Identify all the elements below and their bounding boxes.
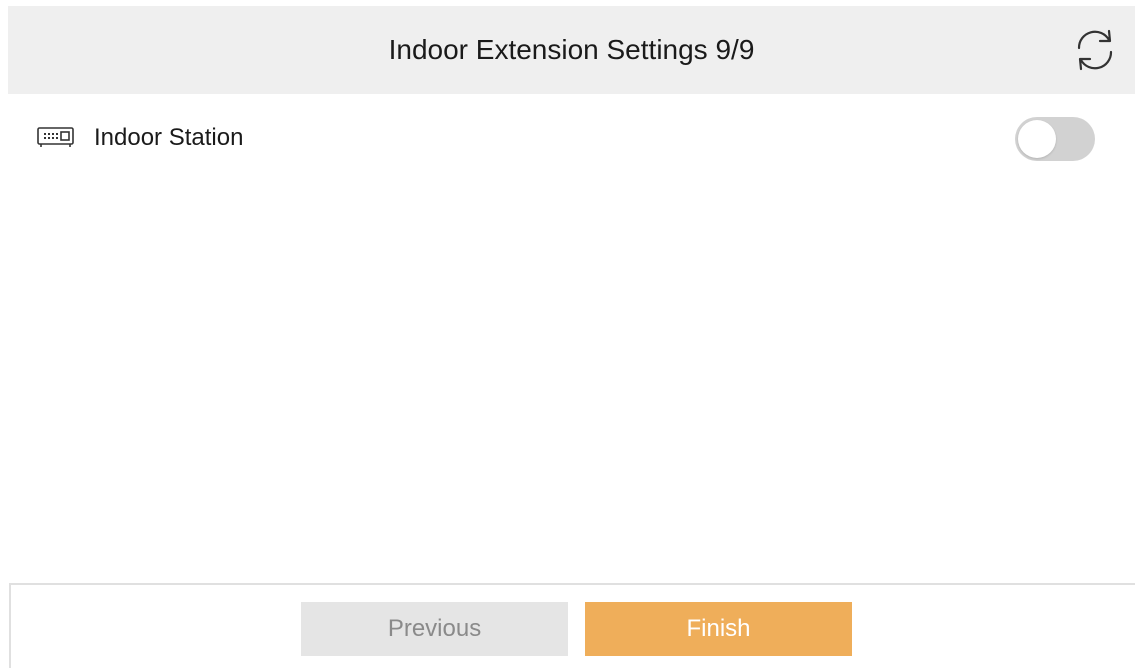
indoor-station-toggle[interactable]: [1015, 117, 1095, 161]
refresh-icon: [1077, 29, 1113, 71]
screen: Indoor Extension Settings 9/9 Indoor Sta…: [0, 0, 1135, 668]
setting-row-indoor-station: Indoor Station: [8, 96, 1135, 180]
indoor-station-icon: [36, 126, 76, 150]
header-bar: Indoor Extension Settings 9/9: [8, 6, 1135, 94]
page-title: Indoor Extension Settings 9/9: [388, 34, 755, 65]
toggle-knob: [1018, 120, 1056, 158]
finish-button[interactable]: Finish: [585, 602, 852, 656]
previous-button[interactable]: Previous: [301, 602, 568, 656]
refresh-button[interactable]: [1071, 26, 1119, 74]
footer-bar: Previous Finish: [9, 583, 1135, 668]
setting-label: Indoor Station: [94, 124, 244, 151]
